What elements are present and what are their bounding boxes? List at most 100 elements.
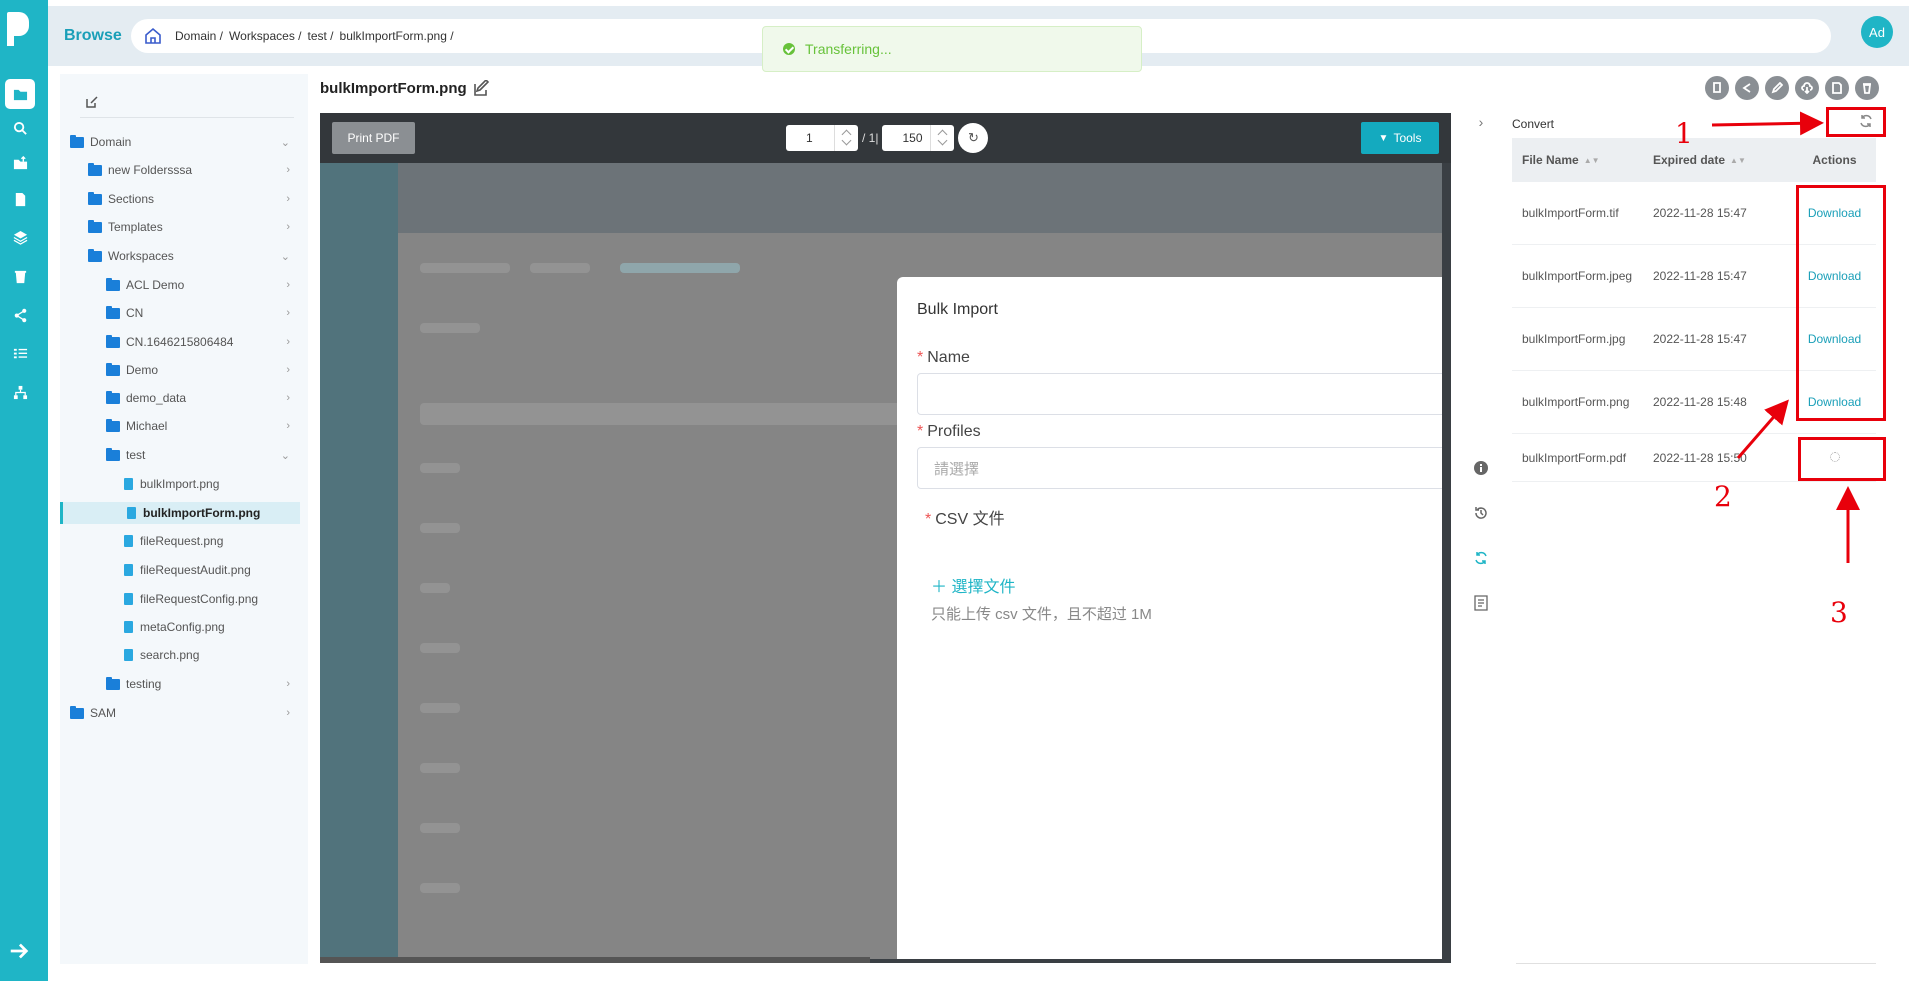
share-nav-icon[interactable]	[5, 300, 35, 330]
name-field[interactable]	[917, 373, 1442, 415]
home-icon[interactable]	[143, 26, 163, 46]
chevron-right-icon[interactable]: ›	[286, 364, 290, 376]
rotate-icon[interactable]: ↻	[958, 123, 989, 153]
tree-file-item[interactable]: fileRequest.png	[60, 530, 300, 552]
chevron-down-icon[interactable]: ⌄	[281, 136, 290, 149]
tree-folder-item[interactable]: Domain ⌄	[60, 131, 300, 153]
tree-folder-item[interactable]: Demo ›	[60, 359, 300, 381]
tree-folder-item[interactable]: Michael ›	[60, 415, 300, 437]
tree-folder-item[interactable]: SAM ›	[60, 702, 300, 724]
expired-date-cell: 2022-11-28 15:47	[1653, 332, 1747, 346]
breadcrumb-domain[interactable]: Domain /	[175, 29, 223, 43]
chevron-right-icon[interactable]: ›	[286, 392, 290, 404]
file-name-header[interactable]: File Name ▲▼	[1512, 153, 1653, 167]
horizontal-scrollbar[interactable]	[320, 957, 870, 963]
tree-item-label: Michael	[126, 419, 168, 433]
tree-item-label: CN.1646215806484	[126, 335, 234, 349]
tree-item-label: Sections	[108, 192, 155, 206]
tree-file-item[interactable]: search.png	[60, 644, 300, 666]
page-title: bulkImportForm.png	[320, 80, 490, 97]
delete-icon[interactable]	[1855, 76, 1879, 100]
profiles-select[interactable]: 請選擇	[917, 447, 1442, 489]
breadcrumb-file[interactable]: bulkImportForm.png /	[340, 29, 454, 43]
expired-date-cell: 2022-11-28 15:50	[1653, 450, 1747, 465]
zoom-stepper[interactable]	[930, 125, 954, 151]
history-icon[interactable]	[1472, 504, 1490, 522]
chevron-right-icon[interactable]: ›	[286, 193, 290, 205]
collapse-arrow-icon[interactable]	[4, 936, 34, 966]
choose-file-button[interactable]: ＋ 選擇文件	[931, 573, 1015, 597]
panel-divider	[1516, 963, 1876, 964]
rename-icon[interactable]	[473, 80, 490, 97]
chevron-right-icon[interactable]: ›	[286, 221, 290, 233]
image-file-icon	[124, 564, 133, 576]
tree-folder-item[interactable]: Templates ›	[60, 216, 300, 238]
image-file-icon	[124, 478, 133, 490]
document-viewer: Print PDF 1 / 1| 150 ↻ ▼ Tools Bulk Impo…	[320, 113, 1451, 963]
share-icon[interactable]	[1735, 76, 1759, 100]
tools-button[interactable]: ▼ Tools	[1361, 122, 1439, 154]
page-stepper[interactable]	[834, 125, 858, 151]
trash-nav-icon[interactable]	[5, 261, 35, 291]
convert-icon[interactable]	[1472, 549, 1490, 567]
tree-item-label: fileRequest.png	[140, 534, 224, 548]
chevron-right-icon[interactable]: ›	[286, 279, 290, 291]
workflow-nav-icon[interactable]	[5, 377, 35, 407]
edit-icon[interactable]	[1765, 76, 1789, 100]
sort-icon[interactable]: ▲▼	[1730, 157, 1746, 165]
checklist-nav-icon[interactable]	[5, 338, 35, 368]
cloud-download-icon[interactable]	[1795, 76, 1819, 100]
zoom-input[interactable]: 150	[882, 125, 955, 151]
folder-icon	[88, 191, 102, 205]
breadcrumb-test[interactable]: test /	[308, 29, 334, 43]
breadcrumb-workspaces[interactable]: Workspaces /	[229, 29, 301, 43]
folder-icon	[106, 418, 120, 432]
tree-folder-item[interactable]: ACL Demo ›	[60, 274, 300, 296]
expired-date-cell: 2022-11-28 15:48	[1653, 395, 1747, 409]
chevron-down-icon[interactable]: ⌄	[281, 449, 290, 462]
tree-folder-item[interactable]: testing ›	[60, 673, 300, 695]
app-root: Browse Domain / Workspaces / test / bulk…	[0, 0, 1909, 981]
edit-icon[interactable]	[86, 96, 98, 108]
brand-title: Browse	[64, 27, 122, 44]
tree-folder-item[interactable]: Sections ›	[60, 188, 300, 210]
chevron-right-icon[interactable]: ›	[286, 420, 290, 432]
tree-file-item[interactable]: bulkImport.png	[60, 473, 300, 495]
expired-date-header[interactable]: Expired date ▲▼	[1653, 153, 1793, 167]
info-icon[interactable]	[1472, 459, 1490, 477]
layers-nav-icon[interactable]	[5, 222, 35, 252]
chevron-right-icon[interactable]: ›	[286, 678, 290, 690]
chevron-right-icon[interactable]: ›	[286, 307, 290, 319]
tree-folder-item[interactable]: CN ›	[60, 302, 300, 324]
tree-file-item[interactable]: fileRequestAudit.png	[60, 559, 300, 581]
collapse-panel-chevron-icon[interactable]: ›	[1472, 113, 1490, 131]
chevron-down-icon[interactable]: ⌄	[281, 250, 290, 263]
folder-icon	[70, 705, 84, 719]
chevron-right-icon[interactable]: ›	[286, 707, 290, 719]
tree-folder-item[interactable]: Workspaces ⌄	[60, 245, 300, 267]
tree-item-label: fileRequestAudit.png	[140, 563, 251, 577]
avatar[interactable]: Ad	[1861, 16, 1893, 48]
search-nav-icon[interactable]	[5, 113, 35, 143]
tree-folder-item[interactable]: CN.1646215806484 ›	[60, 331, 300, 353]
folder-tree: Domain ⌄ new Foldersssa › Sections › Templates…	[60, 74, 308, 964]
tree-folder-item[interactable]: demo_data ›	[60, 387, 300, 409]
tree-folder-item[interactable]: test ⌄	[60, 444, 300, 466]
file-icon[interactable]	[1825, 76, 1849, 100]
chevron-right-icon[interactable]: ›	[286, 164, 290, 176]
file-name-cell: bulkImportForm.pdf	[1522, 450, 1627, 465]
folder-nav-icon[interactable]	[5, 79, 35, 109]
tree-file-item[interactable]: metaConfig.png	[60, 616, 300, 638]
chevron-right-icon[interactable]: ›	[286, 336, 290, 348]
ocr-icon[interactable]	[1472, 594, 1490, 612]
copy-icon[interactable]	[1705, 76, 1729, 100]
tree-folder-item[interactable]: new Foldersssa ›	[60, 159, 300, 181]
tree-file-item[interactable]: bulkImportForm.png	[60, 502, 300, 524]
upload-folder-nav-icon[interactable]	[5, 148, 35, 178]
document-nav-icon[interactable]	[5, 184, 35, 214]
tree-file-item[interactable]: fileRequestConfig.png	[60, 588, 300, 610]
annotation-arrow-1	[1711, 111, 1824, 136]
sort-icon[interactable]: ▲▼	[1584, 157, 1600, 165]
page-number-input[interactable]: 1	[786, 125, 858, 151]
print-pdf-button[interactable]: Print PDF	[332, 122, 415, 154]
